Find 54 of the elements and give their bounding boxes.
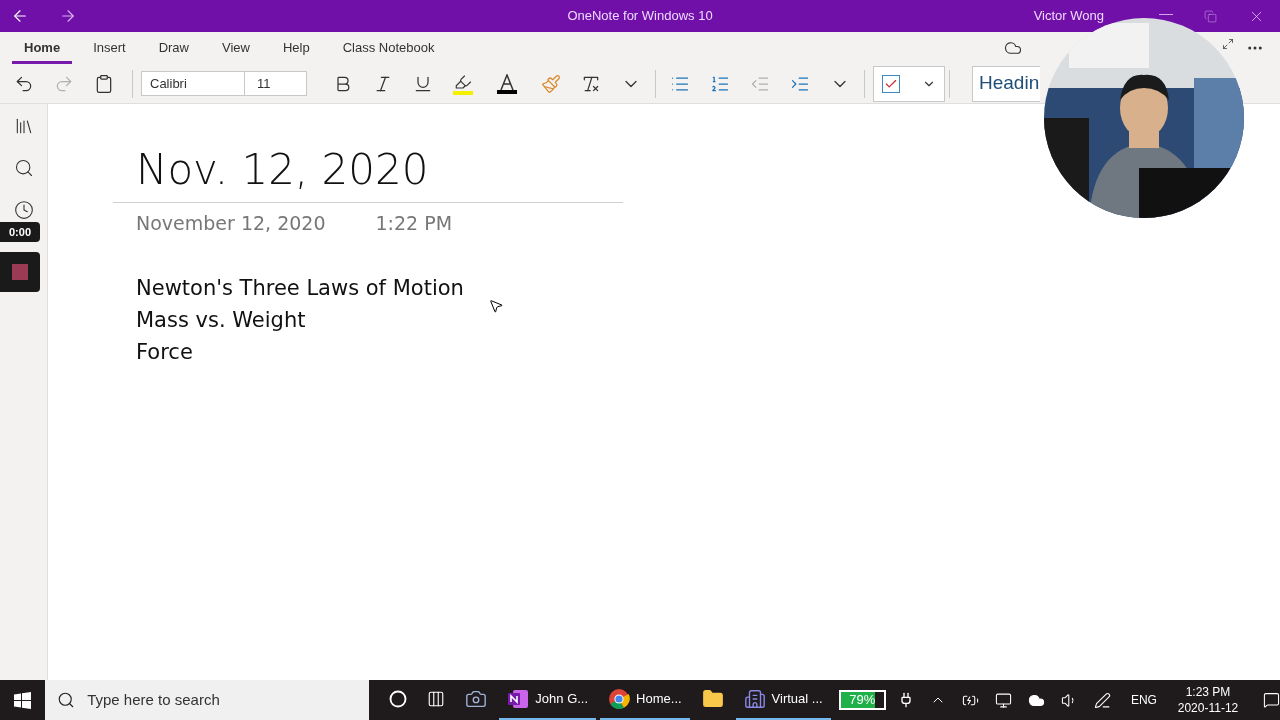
user-name: Victor Wong	[1033, 7, 1104, 26]
pen-icon[interactable]	[1093, 691, 1111, 709]
building-icon	[743, 688, 766, 710]
search-icon	[57, 691, 76, 709]
stop-recording-button[interactable]	[0, 252, 40, 292]
font-color-icon	[498, 73, 516, 90]
notifications-icon[interactable]	[1263, 691, 1280, 709]
network-icon[interactable]	[994, 691, 1012, 709]
font-size-field[interactable]: 11	[245, 71, 307, 96]
ribbon-tab[interactable]: Home	[12, 32, 73, 64]
search-field[interactable]: Type here to search	[45, 680, 370, 720]
search-placeholder: Type here to search	[87, 689, 220, 710]
note-line: Mass vs. Weight	[136, 306, 306, 334]
format-painter-icon	[541, 73, 561, 94]
note-line: Newton's Three Laws of Motion	[136, 274, 464, 302]
chrome-icon	[608, 688, 631, 710]
restore-icon	[1203, 9, 1217, 23]
clock-date: 2020-11-12	[1177, 700, 1239, 716]
recording-timer: 0:00	[0, 222, 40, 242]
taskbar-app[interactable]: Home...	[600, 680, 690, 720]
ribbon-tab[interactable]: Help	[270, 32, 322, 64]
task-view-icon	[427, 690, 446, 708]
taskbar-app[interactable]: John G...	[499, 680, 597, 720]
font-field[interactable]: Calibri	[141, 71, 245, 96]
folder-icon	[701, 688, 724, 710]
tag-dropdown[interactable]	[873, 65, 945, 102]
clock-time: 1:23 PM	[1185, 684, 1231, 700]
recent-icon[interactable]	[13, 200, 34, 220]
ribbon-tab[interactable]: Insert	[81, 32, 138, 64]
forward-arrow-icon	[59, 7, 77, 25]
ribbon-tab[interactable]: Class Notebook	[330, 32, 447, 64]
ribbon-tab[interactable]: Draw	[146, 32, 201, 64]
page-time: 1:22 PM	[375, 211, 453, 236]
cortana-icon	[389, 690, 408, 708]
battery-reading: 79%	[848, 692, 877, 708]
window-title: OneNote for Windows 10	[566, 7, 714, 26]
page-title: Nov. 12, 2020	[136, 144, 430, 196]
ribbon-tab[interactable]: View	[210, 32, 262, 64]
camera-icon	[465, 688, 488, 710]
cloud-sync-icon[interactable]	[1004, 39, 1022, 57]
style-dropdown[interactable]: Headin	[972, 65, 1040, 102]
onenote-icon	[507, 688, 530, 710]
windows-logo-icon	[14, 691, 32, 709]
taskbar-app[interactable]: Virtual ...	[735, 680, 831, 720]
note-line: Force	[136, 338, 193, 366]
language-indicator[interactable]: ENG	[1130, 691, 1157, 709]
page-date: November 12, 2020	[136, 211, 326, 236]
clock[interactable]: 1:23 PM 2020-11-12	[1176, 684, 1240, 716]
search-icon[interactable]	[13, 158, 34, 178]
stop-icon	[12, 264, 28, 280]
highlighter-icon	[454, 72, 472, 91]
mouse-pointer-icon	[488, 298, 504, 314]
clipboard-icon	[94, 73, 114, 94]
fullscreen-icon[interactable]	[1222, 38, 1234, 50]
